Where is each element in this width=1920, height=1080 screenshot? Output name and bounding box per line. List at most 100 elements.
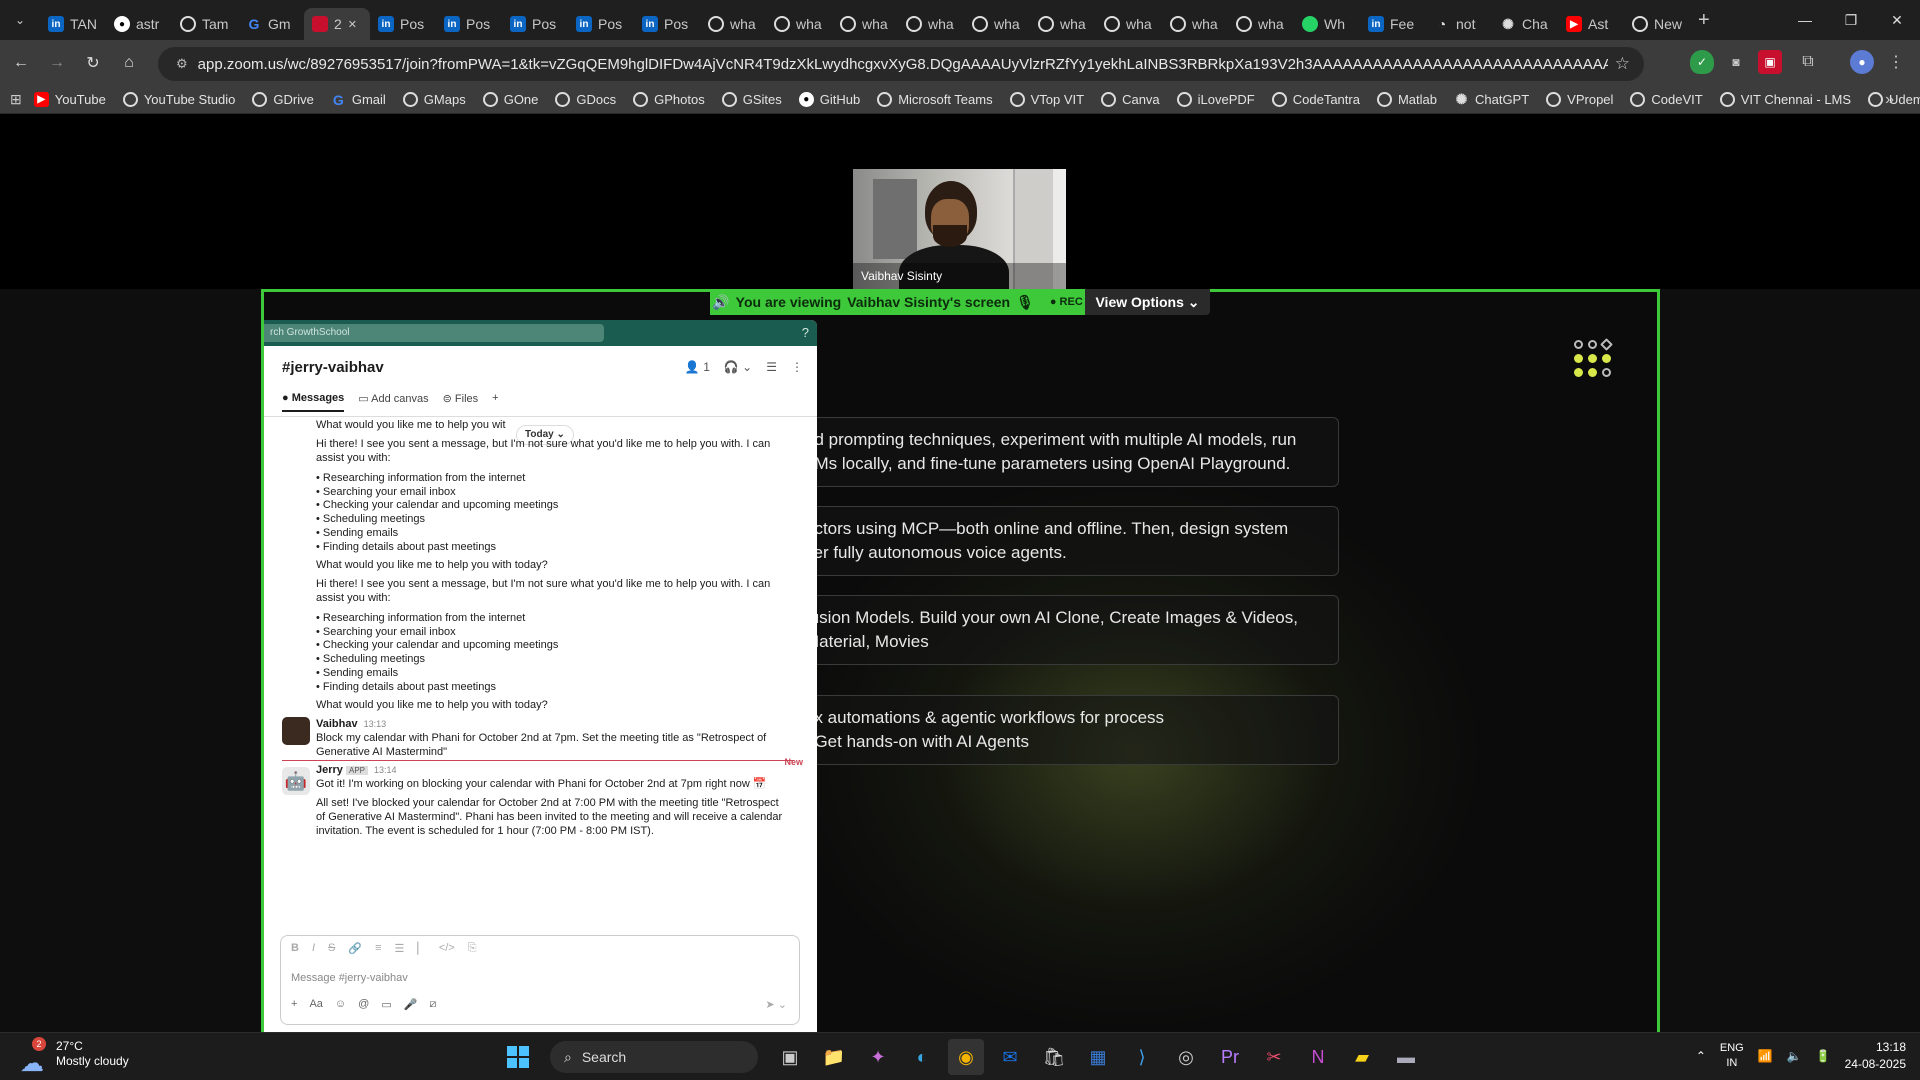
view-options-button[interactable]: View Options ⌄	[1085, 289, 1210, 315]
more-options-icon[interactable]: ⋮	[791, 360, 803, 374]
ordered-list-icon[interactable]: ≡	[375, 942, 381, 955]
send-button[interactable]: ➤ ⌄	[766, 998, 788, 1011]
code-block-icon[interactable]: ⎘	[468, 942, 477, 955]
vaibhav-avatar[interactable]	[282, 717, 310, 745]
mention-icon[interactable]: @	[358, 998, 369, 1011]
sender-name[interactable]: Vaibhav	[316, 718, 358, 730]
link-icon[interactable]: 🔗	[348, 942, 362, 955]
browser-tab[interactable]: ✺ Cha	[1492, 8, 1558, 40]
huddle-headphones-icon[interactable]: 🎧 ⌄	[724, 360, 752, 374]
browser-tab[interactable]: Wh	[1294, 8, 1360, 40]
tab-add-canvas[interactable]: ▭ Add canvas	[358, 392, 428, 412]
browser-tab[interactable]: wha	[832, 8, 898, 40]
browser-tab[interactable]: ▶ Ast	[1558, 8, 1624, 40]
message-composer[interactable]: B I S 🔗 ≡ ☰ ▏ </> ⎘ Message #jerry-vaibhav + Aa ☺ @…	[280, 935, 800, 1025]
clock[interactable]: 13:18 24-08-2025	[1845, 1039, 1906, 1073]
help-icon[interactable]: ?	[802, 325, 809, 340]
bookmark-item[interactable]: VTop VIT	[1009, 92, 1084, 107]
bookmark-item[interactable]: ✺ ChatGPT	[1454, 91, 1530, 107]
bookmark-item[interactable]: VIT Chennai - LMS	[1719, 92, 1851, 107]
restore-button[interactable]: ❐	[1828, 0, 1874, 40]
wifi-icon[interactable]: 📶	[1758, 1049, 1773, 1063]
browser-tab[interactable]: wha	[1228, 8, 1294, 40]
browser-tab[interactable]: in Fee	[1360, 8, 1426, 40]
browser-tab[interactable]: wha	[1096, 8, 1162, 40]
bookmark-item[interactable]: GDrive	[252, 92, 314, 107]
participant-video-tile[interactable]: Vaibhav Sisinty	[853, 169, 1066, 289]
premiere-icon[interactable]: Pr	[1212, 1039, 1248, 1075]
canvas-list-icon[interactable]: ☰	[766, 360, 777, 374]
copilot-icon[interactable]: ✦	[860, 1039, 896, 1075]
jerry-bot-avatar[interactable]: 🤖	[282, 767, 310, 795]
reload-button[interactable]: ↻	[78, 53, 108, 73]
channel-title[interactable]: #jerry-vaibhav	[282, 359, 384, 376]
bookmark-item[interactable]: Microsoft Teams	[877, 92, 993, 107]
battery-icon[interactable]: 🔋	[1816, 1049, 1831, 1063]
bookmark-item[interactable]: iLovePDF	[1176, 92, 1255, 107]
minimize-button[interactable]: —	[1782, 0, 1828, 40]
onenote-icon[interactable]: N	[1300, 1039, 1336, 1075]
volume-icon[interactable]: 🔈	[1787, 1049, 1802, 1063]
bookmark-item[interactable]: G Gmail	[331, 92, 386, 108]
browser-tab[interactable]: in TAN	[40, 8, 106, 40]
home-button[interactable]: ⌂	[114, 54, 144, 72]
bookmark-item[interactable]: Udemy	[1868, 92, 1920, 107]
bookmark-item[interactable]: CodeTantra	[1271, 92, 1360, 107]
bold-icon[interactable]: B	[291, 942, 299, 955]
file-explorer-icon[interactable]: 📁	[816, 1039, 852, 1075]
browser-tab[interactable]: in Pos	[502, 8, 568, 40]
browser-tab[interactable]: 2 ✕	[304, 8, 370, 40]
browser-tab[interactable]: New	[1624, 8, 1690, 40]
browser-tab[interactable]: Tam	[172, 8, 238, 40]
windows-start-icon[interactable]	[500, 1039, 536, 1075]
extensions-puzzle-icon[interactable]: ⧉	[1796, 50, 1820, 74]
bookmark-item[interactable]: CodeVIT	[1630, 92, 1703, 107]
shield-extension-icon[interactable]: ✓	[1690, 50, 1714, 74]
taskbar-search[interactable]: ⌕ Search	[550, 1041, 758, 1073]
edge-icon[interactable]: ◐	[904, 1039, 940, 1075]
more-bookmarks-chevron-icon[interactable]: »	[1885, 91, 1894, 109]
microphone-icon[interactable]: 🎤	[404, 998, 418, 1011]
tab-search-button[interactable]: ⌄	[0, 0, 40, 40]
forward-button[interactable]: →	[42, 54, 72, 72]
back-button[interactable]: ←	[6, 54, 36, 72]
slack-search-input[interactable]: rch GrowthSchool	[264, 324, 604, 342]
strikethrough-icon[interactable]: S	[328, 942, 335, 955]
weather-widget[interactable]: ☁ 2 27°C Mostly cloudy	[18, 1037, 129, 1077]
sender-name[interactable]: Jerry	[316, 764, 343, 776]
language-indicator[interactable]: ENG IN	[1720, 1041, 1744, 1071]
browser-tab[interactable]: wha	[1162, 8, 1228, 40]
browser-tab[interactable]: in Pos	[370, 8, 436, 40]
browser-tab[interactable]: wha	[700, 8, 766, 40]
url-text[interactable]: app.zoom.us/wc/89276953517/join?fromPWA=…	[198, 56, 1608, 73]
pocket-extension-icon[interactable]: ▣	[1758, 50, 1782, 74]
obs-icon[interactable]: ◎	[1168, 1039, 1204, 1075]
ms-store-icon[interactable]: 🛍	[1036, 1039, 1072, 1075]
video-clip-icon[interactable]: ▭	[381, 998, 391, 1011]
browser-tab[interactable]: in Pos	[568, 8, 634, 40]
bookmark-item[interactable]: ▶ YouTube	[33, 92, 106, 107]
bookmark-star-icon[interactable]: ☆	[1615, 54, 1630, 74]
browser-menu-icon[interactable]: ⋮	[1884, 50, 1908, 74]
emoji-icon[interactable]: ☺	[335, 998, 346, 1011]
browser-tab[interactable]: wha	[1030, 8, 1096, 40]
members-button[interactable]: 👤 1	[685, 360, 710, 374]
bullet-list-icon[interactable]: ☰	[394, 942, 404, 955]
profile-avatar[interactable]: ●	[1850, 50, 1874, 74]
teams-icon[interactable]: ▦	[1080, 1039, 1116, 1075]
blockquote-icon[interactable]: ▏	[417, 942, 425, 955]
bookmark-item[interactable]: GDocs	[555, 92, 616, 107]
bookmark-item[interactable]: Matlab	[1376, 92, 1437, 107]
close-window-button[interactable]: ✕	[1874, 0, 1920, 40]
outlook-icon[interactable]: ✉	[992, 1039, 1028, 1075]
task-view-icon[interactable]: ▣	[772, 1039, 808, 1075]
format-aa-icon[interactable]: Aa	[309, 998, 322, 1011]
bookmark-item[interactable]: ● GitHub	[798, 92, 860, 107]
close-tab-icon[interactable]: ✕	[348, 18, 357, 31]
bookmark-item[interactable]: GOne	[482, 92, 538, 107]
message-input[interactable]: Message #jerry-vaibhav	[291, 972, 408, 984]
browser-tab[interactable]: wha	[766, 8, 832, 40]
browser-tab[interactable]: wha	[964, 8, 1030, 40]
message-time[interactable]: 13:13	[364, 719, 387, 729]
browser-tab[interactable]: in Pos	[634, 8, 700, 40]
